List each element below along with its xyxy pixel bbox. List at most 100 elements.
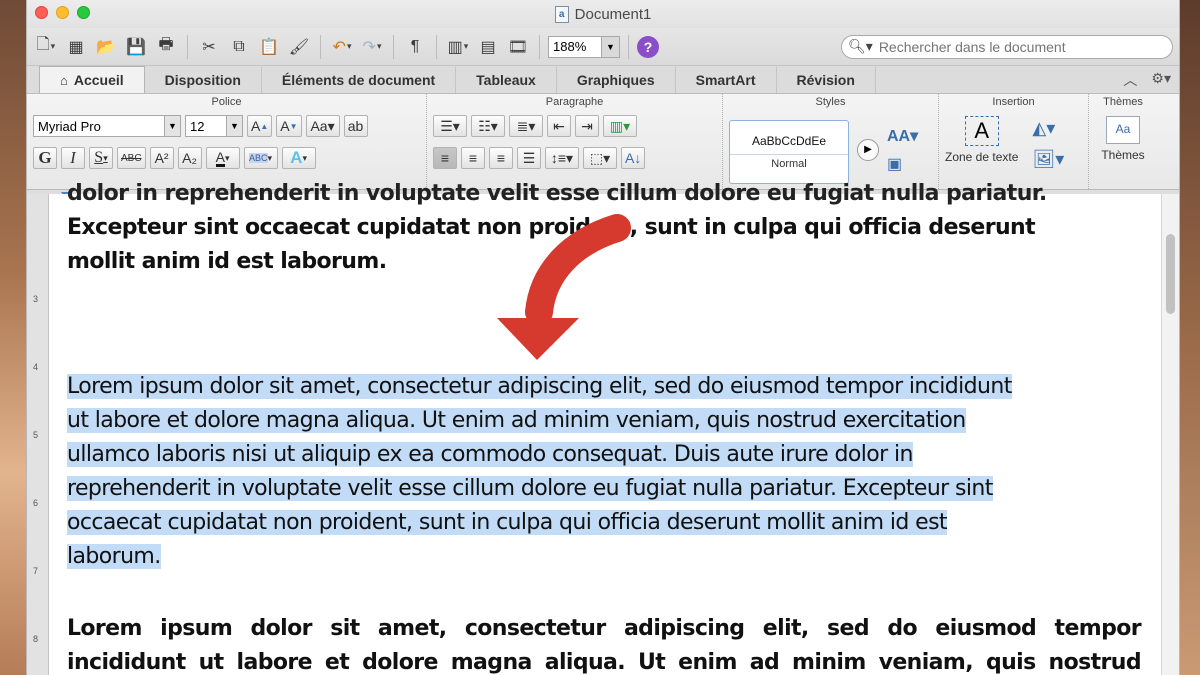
font-color-button[interactable]: A ▾ (205, 147, 240, 169)
text-line: reprehenderit in voluptate velit esse ci… (67, 472, 1145, 506)
desktop-background-right (1180, 0, 1200, 675)
undo-button[interactable]: ↶ (329, 34, 355, 60)
grow-font-button[interactable]: A ▲ (247, 115, 273, 137)
underline-button[interactable]: S ▾ (89, 147, 113, 169)
font-name-select[interactable]: Myriad Pro ▼ (33, 115, 181, 137)
open-folder-icon: 📂 (96, 38, 116, 56)
media-browser-button[interactable]: 🎞 (505, 34, 531, 60)
text-style-icon: AA▾ (887, 127, 919, 145)
chevron-down-icon: ▼ (601, 36, 619, 57)
toolbox-button[interactable]: ▤ (475, 34, 501, 60)
vertical-ruler-mark: 5 (33, 430, 39, 440)
document-page[interactable]: dolor in reprehenderit in voluptate veli… (67, 181, 1145, 675)
increase-indent-button[interactable]: ⇥ (575, 115, 599, 137)
align-center-button[interactable]: ≡ (461, 147, 485, 169)
decrease-indent-button[interactable]: ⇤ (547, 115, 571, 137)
align-left-button[interactable]: ≡ (433, 147, 457, 169)
selection-highlight: laborum. (67, 544, 161, 569)
sort-button[interactable]: A↓ (621, 147, 646, 169)
line-spacing-button[interactable]: ↕≡▾ (545, 147, 579, 169)
print-button[interactable]: 🖶 (153, 34, 179, 60)
word-document-icon: a (554, 5, 569, 23)
style-normal[interactable]: AaBbCcDdEe Normal (729, 119, 849, 184)
tab-tableaux[interactable]: Tableaux (456, 67, 557, 93)
subscript-button[interactable]: A₂ (177, 147, 202, 169)
zoom-window-button[interactable] (77, 6, 90, 19)
tab-label: Éléments de document (281, 72, 436, 88)
shapes-icon: ◭▾ (1032, 118, 1056, 138)
new-document-button[interactable]: 🗋 (33, 34, 59, 60)
toolbar-separator (393, 34, 394, 59)
gear-icon[interactable]: ⚙▾ (1151, 70, 1171, 90)
text-line: laborum. (67, 540, 1145, 574)
view-button[interactable]: ▥ (445, 34, 471, 60)
tab-accueil[interactable]: ⌂ Accueil (39, 66, 145, 93)
multilevel-list-icon: ≣▾ (516, 117, 536, 134)
zoom-select[interactable]: 188% ▼ (548, 35, 620, 58)
text-line: Lorem ipsum dolor sit amet, consectetur … (67, 616, 1142, 641)
cut-button[interactable]: ✂ (196, 34, 222, 60)
templates-button[interactable]: ▦ (63, 34, 89, 60)
paste-button[interactable]: 📋 (256, 34, 282, 60)
tab-elements-de-document[interactable]: Éléments de document (262, 67, 457, 93)
save-button[interactable]: 💾 (123, 34, 149, 60)
eraser-icon: ab (347, 118, 364, 134)
picture-button[interactable]: 🖼▾ (1032, 149, 1064, 170)
group-paragraphe: Paragraphe ☰▾ ☷▾ ≣▾ ⇤ ⇥ ▥▾ ≡ ≡ ≡ ☰ ↕≡▾ ⬚… (427, 94, 723, 189)
strikethrough-button[interactable]: ABC (117, 147, 146, 169)
columns-button[interactable]: ▥▾ (603, 115, 637, 137)
scroll-thumb[interactable] (1166, 234, 1175, 314)
multilevel-list-button[interactable]: ≣▾ (509, 115, 543, 137)
shrink-font-button[interactable]: A ▼ (276, 115, 302, 137)
close-window-button[interactable] (35, 6, 48, 19)
minimize-window-button[interactable] (56, 6, 69, 19)
selection-highlight: ullamco laboris nisi ut aliquip ex ea co… (67, 442, 913, 467)
styles-pane-button[interactable]: ▣ (887, 154, 918, 174)
superscript-button[interactable]: A² (149, 147, 174, 169)
themes-button[interactable]: Aa Thèmes (1101, 116, 1145, 162)
highlight-button[interactable]: ABC ▾ (243, 147, 278, 169)
tab-smartart[interactable]: SmartArt (676, 67, 777, 93)
tab-revision[interactable]: Révision (777, 67, 876, 93)
chevron-down-icon: ▼ (226, 116, 242, 136)
ribbon: Police Myriad Pro ▼ 12 ▼ A ▲ A ▼ Aa ▾ ab G … (27, 94, 1179, 190)
tab-disposition[interactable]: Disposition (145, 67, 262, 93)
ribbon-tabs: ⌂ Accueil Disposition Éléments de docume… (27, 66, 1179, 94)
align-right-button[interactable]: ≡ (489, 147, 513, 169)
style-set-button[interactable]: AA▾ (887, 126, 918, 146)
bullets-button[interactable]: ☰▾ (433, 115, 467, 137)
document-area[interactable]: 3 4 5 6 7 8 dolor in reprehenderit in volupta… (27, 181, 1179, 675)
shapes-button[interactable]: ◭▾ (1032, 118, 1064, 139)
search-box[interactable]: 🔍︎▾ (841, 34, 1173, 59)
open-button[interactable]: 📂 (93, 34, 119, 60)
bullet-list-icon: ☰▾ (440, 117, 460, 134)
search-input[interactable] (878, 38, 1149, 55)
toolbar-separator (628, 34, 629, 59)
outdent-icon: ⇤ (553, 117, 565, 134)
justify-button[interactable]: ☰ (517, 147, 541, 169)
text-line: ut labore et dolore magna aliqua. Ut eni… (67, 404, 1145, 438)
text-effects-button[interactable]: A ▾ (281, 147, 316, 169)
redo-button[interactable]: ↷ (359, 34, 385, 60)
clear-formatting-button[interactable]: ab (343, 115, 368, 137)
collapse-ribbon-icon[interactable]: ︿ (1123, 70, 1137, 90)
tab-label: Révision (796, 72, 855, 88)
numbering-button[interactable]: ☷▾ (471, 115, 505, 137)
bold-button[interactable]: G (33, 147, 57, 169)
styles-next-button[interactable]: ▶ (857, 138, 879, 161)
borders-button[interactable]: ⬚▾ (583, 147, 617, 169)
vertical-scrollbar[interactable] (1161, 194, 1179, 675)
italic-button[interactable]: I (61, 147, 85, 169)
selected-paragraph[interactable]: Lorem ipsum dolor sit amet, consectetur … (67, 370, 1145, 574)
format-painter-button[interactable]: 🖌 (286, 34, 312, 60)
help-button[interactable]: ? (637, 35, 659, 58)
tab-graphiques[interactable]: Graphiques (557, 67, 676, 93)
group-label: Thèmes (1103, 96, 1143, 108)
change-case-button[interactable]: Aa ▾ (305, 115, 340, 137)
window-title: a Document1 (554, 5, 651, 23)
show-formatting-button[interactable]: ¶ (402, 34, 428, 60)
copy-button[interactable]: ⧉ (226, 34, 252, 60)
group-label: Insertion (992, 96, 1035, 108)
toolbox-icon: ▤ (480, 38, 496, 56)
font-size-select[interactable]: 12 ▼ (185, 115, 243, 137)
